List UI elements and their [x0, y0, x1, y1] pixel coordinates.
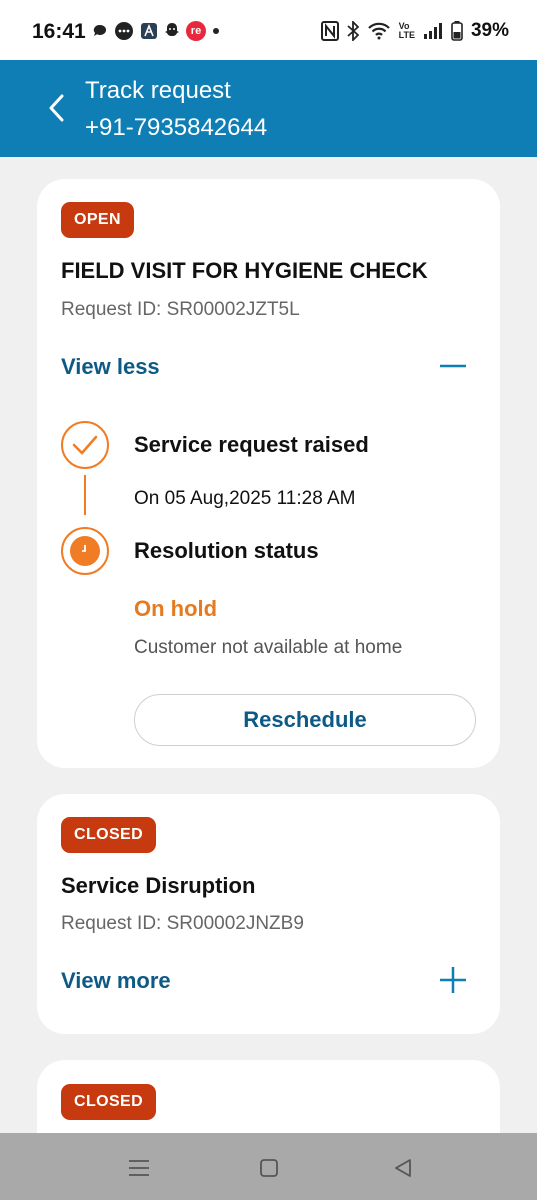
home-button[interactable] [254, 1153, 284, 1183]
bluetooth-icon [347, 21, 359, 41]
view-more-link[interactable]: View more [61, 968, 171, 994]
dot-icon [213, 28, 219, 34]
nfc-icon [320, 21, 339, 41]
step-resolution-title: Resolution status [134, 538, 319, 563]
chat-icon [93, 24, 107, 36]
view-less-link[interactable]: View less [61, 354, 160, 380]
wifi-icon [367, 22, 390, 40]
recents-button[interactable] [124, 1153, 154, 1183]
reschedule-button[interactable]: Reschedule [134, 694, 476, 746]
step-raised-date: On 05 Aug,2025 11:28 AM [134, 488, 356, 509]
system-icons: Vo LTE 39% [320, 20, 509, 42]
volte-icon: Vo LTE [399, 22, 415, 40]
home-square-icon [260, 1159, 278, 1177]
resolution-reason: Customer not available at home [134, 637, 403, 658]
notification-icons: re [92, 21, 220, 41]
back-button[interactable] [40, 90, 72, 126]
plus-icon[interactable] [438, 965, 468, 995]
step-raised-title: Service request raised [134, 432, 369, 457]
check-icon [72, 435, 98, 455]
app-a-icon [141, 23, 157, 39]
request-card: OPEN FIELD VISIT FOR HYGIENE CHECK Reque… [37, 179, 500, 768]
battery-percent: 39% [470, 20, 509, 41]
timeline-connector [84, 475, 86, 515]
status-badge: OPEN [61, 202, 134, 238]
request-card: CLOSED Service Disruption Request ID: SR… [37, 794, 500, 1034]
page-title: Track request [85, 77, 231, 104]
resolution-status: On hold [134, 596, 218, 621]
system-nav-bar [0, 1133, 537, 1200]
volte-bottom-label: LTE [398, 30, 415, 40]
minus-icon[interactable] [438, 351, 468, 381]
battery-icon [451, 21, 463, 41]
app-snap-icon [165, 23, 179, 36]
app-header: Track request +91-7935842644 [0, 60, 537, 157]
status-badge: CLOSED [61, 1084, 157, 1120]
app-re-icon: re [186, 21, 206, 41]
phone-number: +91-7935842644 [85, 114, 268, 141]
timeline-step-raised [61, 421, 109, 469]
back-triangle-icon [395, 1159, 411, 1177]
menu-icon [129, 1160, 149, 1176]
status-badge: CLOSED [61, 817, 157, 853]
request-id: Request ID: SR00002JZT5L [61, 299, 300, 320]
status-bar: 16:41 re Vo LTE 39% [0, 0, 537, 60]
clock-icon [70, 536, 100, 566]
nav-back-button[interactable] [388, 1153, 418, 1183]
request-title: Service Disruption [61, 873, 256, 898]
signal-icon [423, 23, 442, 39]
message-icon [115, 22, 133, 40]
timeline-step-resolution [61, 527, 109, 575]
request-id: Request ID: SR00002JNZB9 [61, 913, 304, 934]
status-time: 16:41 [32, 20, 86, 43]
chevron-left-icon [49, 94, 64, 122]
request-title: FIELD VISIT FOR HYGIENE CHECK [61, 258, 428, 283]
